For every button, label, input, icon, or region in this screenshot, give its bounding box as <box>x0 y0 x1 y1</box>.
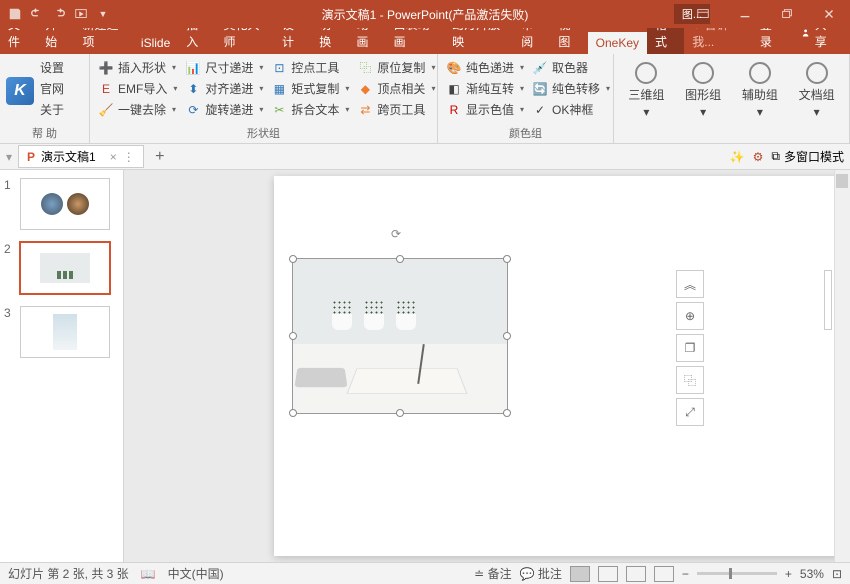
start-icon[interactable] <box>74 7 88 21</box>
split-text-button[interactable]: ✂拆合文本▾ <box>269 100 351 119</box>
website-button[interactable]: 官网 <box>38 79 66 98</box>
insert-shape-button[interactable]: ➕插入形状▾ <box>96 58 179 77</box>
slide-thumb-3[interactable]: 3 <box>0 298 123 362</box>
group-label-shape: 形状组 <box>96 123 431 143</box>
qat-more-icon[interactable]: ▼ <box>96 7 110 21</box>
undo-icon[interactable] <box>30 7 44 21</box>
slideshow-view-icon[interactable] <box>654 566 674 582</box>
slide-editor[interactable]: ⟳ ︽ ⊕ ❐ ⿻ ⤢ <box>124 170 850 562</box>
language-button[interactable]: 中文(中国) <box>168 565 224 582</box>
size-progress-button[interactable]: 📊尺寸递进▾ <box>183 58 265 77</box>
tab-islide[interactable]: iSlide <box>133 32 178 54</box>
workspace: 1 2 3 ⟳ <box>0 170 850 562</box>
slide-thumb-1[interactable]: 1 <box>0 170 123 234</box>
slide-counter[interactable]: 幻灯片 第 2 张, 共 3 张 <box>8 565 129 582</box>
add-document-button[interactable]: + <box>150 147 170 167</box>
color-picker-button[interactable]: 💉取色器 <box>530 58 612 77</box>
settings-button[interactable]: 设置 <box>38 58 66 77</box>
ppt-icon: P <box>27 150 35 164</box>
redo-icon[interactable] <box>52 7 66 21</box>
title-bar: ▼ 演示文稿1 - PowerPoint(产品激活失败) 图... <box>0 0 850 28</box>
about-button[interactable]: 关于 <box>38 100 66 119</box>
gradient-button[interactable]: ◧渐纯互转▾ <box>444 79 526 98</box>
float-layer-icon[interactable]: ❐ <box>676 334 704 362</box>
docbar-dropdown-icon[interactable]: ▾ <box>6 150 12 164</box>
rotate-progress-button[interactable]: ⟳旋转递进▾ <box>183 100 265 119</box>
rect-copy-button[interactable]: ▦矩式复制▾ <box>269 79 351 98</box>
slide-thumb-2[interactable]: 2 <box>0 234 123 298</box>
fit-window-icon[interactable]: ⊡ <box>832 567 842 581</box>
color-rotate-button[interactable]: 🔄纯色转移▾ <box>530 79 612 98</box>
group-label-help: 帮 助 <box>6 123 83 143</box>
resize-handle[interactable] <box>396 409 404 417</box>
assist-group-button[interactable]: 辅助组▾ <box>736 58 784 127</box>
minimize-icon[interactable] <box>724 0 766 28</box>
restore-icon[interactable] <box>766 0 808 28</box>
tab-onekey[interactable]: OneKey <box>588 32 647 54</box>
window-title: 演示文稿1 - PowerPoint(产品激活失败) <box>322 6 529 23</box>
document-bar: ▾ P 演示文稿1 × ⋮ + ✨ ⚙ ⧉多窗口模式 <box>0 144 850 170</box>
zoom-level[interactable]: 53% <box>800 567 824 581</box>
gear-icon[interactable]: ⚙ <box>753 150 764 164</box>
resize-handle[interactable] <box>289 409 297 417</box>
notes-button[interactable]: ≐ 备注 <box>474 565 511 582</box>
float-copy-icon[interactable]: ⿻ <box>676 366 704 394</box>
onekey-logo-icon[interactable]: K <box>6 77 34 105</box>
spellcheck-icon[interactable]: 📖 <box>141 567 156 581</box>
multi-window-button[interactable]: ⧉多窗口模式 <box>771 148 844 165</box>
resize-handle[interactable] <box>289 255 297 263</box>
vertex-button[interactable]: ◆顶点相关▾ <box>355 79 437 98</box>
ok-magic-button[interactable]: ✓OK神框 <box>530 100 612 119</box>
float-expand-icon[interactable]: ⤢ <box>676 398 704 426</box>
floating-toolbar: ︽ ⊕ ❐ ⿻ ⤢ <box>676 270 704 426</box>
doc-group-button[interactable]: 文档组▾ <box>793 58 841 127</box>
slide-panel[interactable]: 1 2 3 <box>0 170 124 562</box>
resize-handle[interactable] <box>503 409 511 417</box>
emf-import-button[interactable]: EEMF导入▾ <box>96 79 179 98</box>
normal-view-icon[interactable] <box>570 566 590 582</box>
cross-page-button[interactable]: ⇄跨页工具 <box>355 100 437 119</box>
slide-canvas[interactable]: ⟳ ︽ ⊕ ❐ ⿻ ⤢ <box>274 176 850 556</box>
resize-handle[interactable] <box>289 332 297 340</box>
ribbon-options-icon[interactable] <box>682 0 724 28</box>
save-icon[interactable] <box>8 7 22 21</box>
magic-icon[interactable]: ✨ <box>730 150 745 164</box>
align-progress-button[interactable]: ⬍对齐递进▾ <box>183 79 265 98</box>
pure-color-button[interactable]: 🎨纯色递进▾ <box>444 58 526 77</box>
zoom-out-button[interactable]: − <box>682 567 689 581</box>
float-chevron-up-icon[interactable]: ︽ <box>676 270 704 298</box>
orig-copy-button[interactable]: ⿻原位复制▾ <box>355 58 437 77</box>
resize-handle[interactable] <box>503 332 511 340</box>
rotate-handle-icon[interactable]: ⟳ <box>391 227 409 245</box>
resize-handle[interactable] <box>503 255 511 263</box>
vertical-scrollbar[interactable] <box>834 170 850 562</box>
show-color-button[interactable]: R显示色值▾ <box>444 100 526 119</box>
float-align-icon[interactable]: ⊕ <box>676 302 704 330</box>
control-tool-button[interactable]: ⊡控点工具 <box>269 58 351 77</box>
reading-view-icon[interactable] <box>626 566 646 582</box>
resize-handle[interactable] <box>396 255 404 263</box>
doc-more-icon[interactable]: ⋮ <box>123 150 135 164</box>
comments-button[interactable]: 💬 批注 <box>520 565 562 582</box>
three-d-group-button[interactable]: 三维组▾ <box>622 58 670 127</box>
ribbon-tabs: 文件 开始 新建选项 iSlide 插入 美化大师 设计 切换 动画 口袋动画 … <box>0 28 850 54</box>
sorter-view-icon[interactable] <box>598 566 618 582</box>
zoom-in-button[interactable]: + <box>785 567 792 581</box>
document-name: 演示文稿1 <box>41 148 96 165</box>
close-icon[interactable] <box>808 0 850 28</box>
notes-placeholder[interactable] <box>824 270 832 330</box>
selection-border: ⟳ <box>292 258 508 414</box>
graphic-group-button[interactable]: 图形组▾ <box>679 58 727 127</box>
ribbon: K 设置 官网 关于 帮 助 ➕插入形状▾ EEMF导入▾ 🧹一键去除▾ 📊尺寸… <box>0 54 850 144</box>
document-tab[interactable]: P 演示文稿1 × ⋮ <box>18 145 144 168</box>
status-bar: 幻灯片 第 2 张, 共 3 张 📖 中文(中国) ≐ 备注 💬 批注 − + … <box>0 562 850 584</box>
group-label-color: 颜色组 <box>444 123 607 143</box>
close-doc-icon[interactable]: × <box>110 150 117 164</box>
onekey-remove-button[interactable]: 🧹一键去除▾ <box>96 100 179 119</box>
zoom-slider[interactable] <box>697 572 777 575</box>
